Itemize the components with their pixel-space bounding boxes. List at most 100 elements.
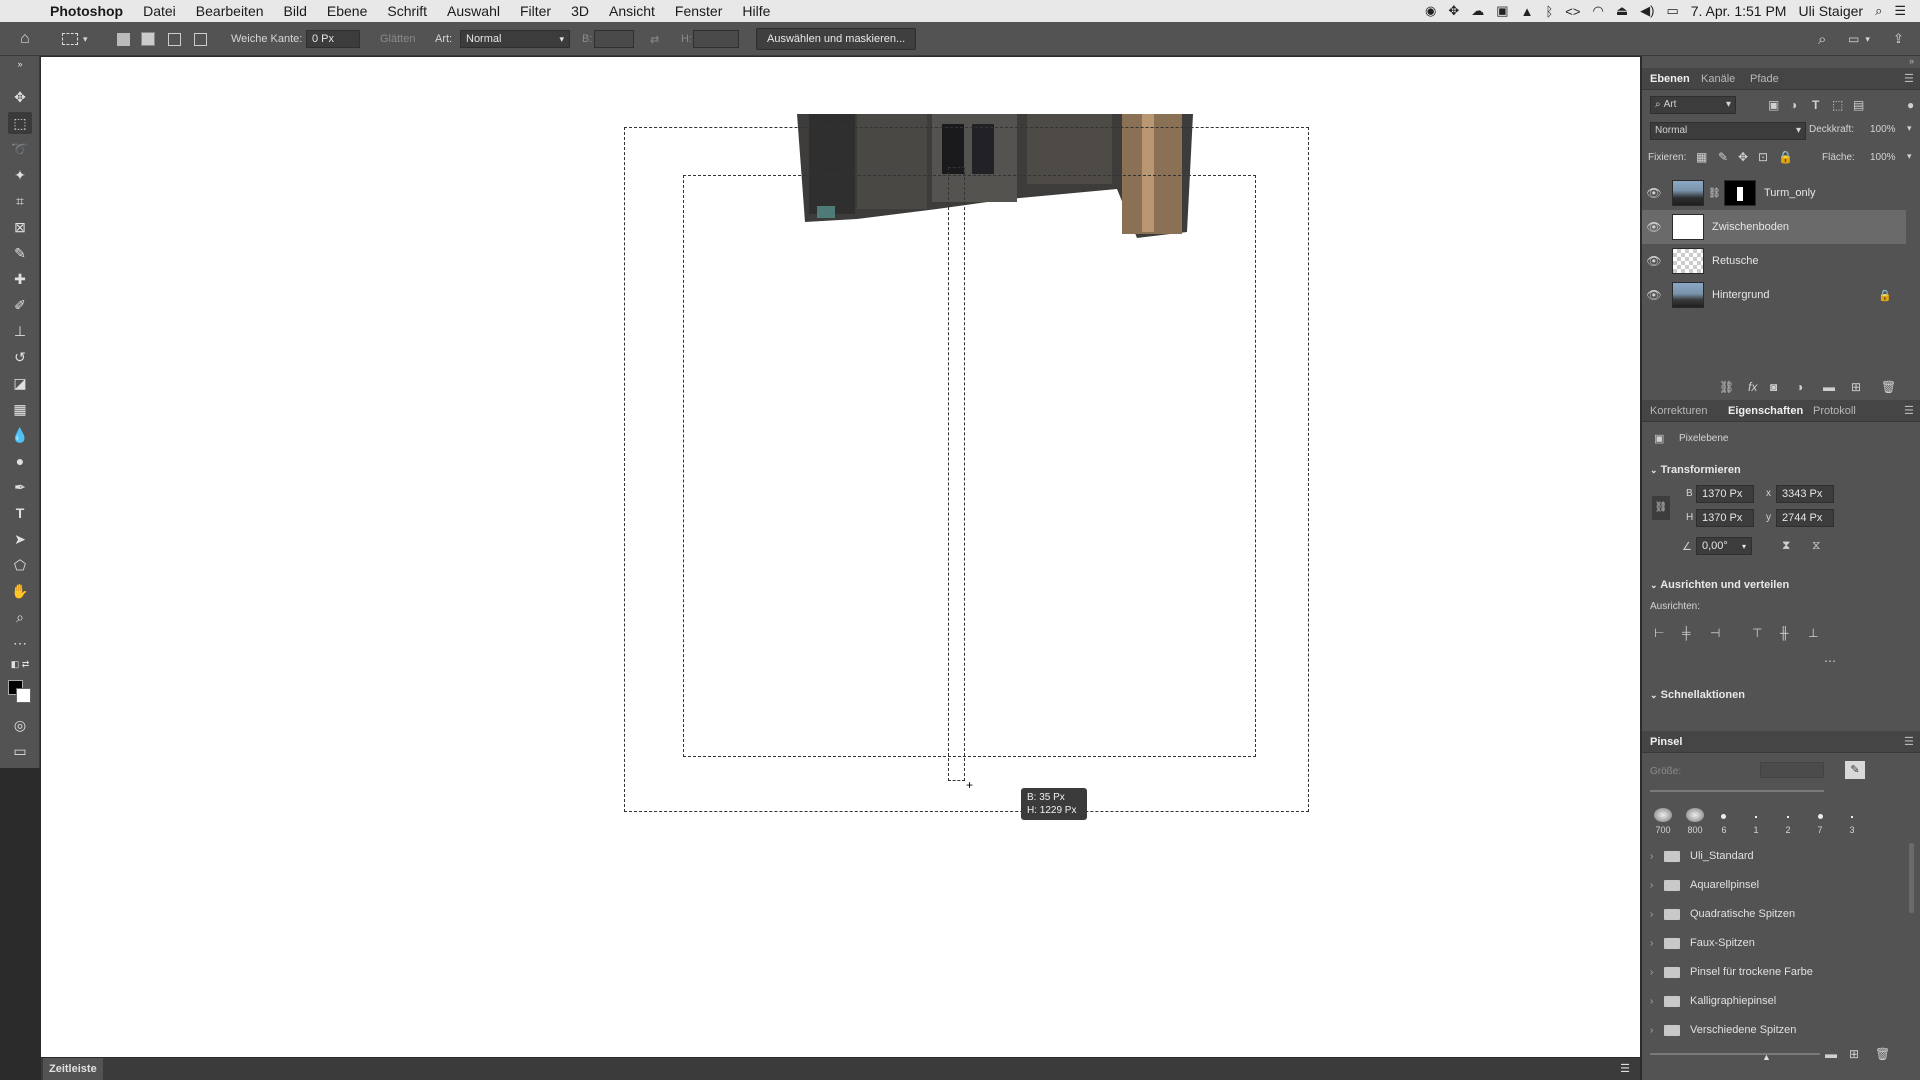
tab-protokoll[interactable]: Protokoll bbox=[1813, 400, 1856, 422]
tool-preset-picker[interactable]: ▾ bbox=[62, 22, 88, 56]
crop-tool-icon[interactable]: ⌗ bbox=[8, 190, 32, 212]
layer-row[interactable]: 👁 Zwischenboden bbox=[1642, 210, 1906, 244]
user-name[interactable]: Uli Staiger bbox=[1798, 3, 1863, 19]
dropbox-icon[interactable]: ✥ bbox=[1448, 3, 1459, 19]
width-input[interactable] bbox=[594, 30, 634, 48]
more-tools-icon[interactable]: ⋯ bbox=[8, 632, 32, 654]
align-right-edges-icon[interactable]: ⊣ bbox=[1710, 626, 1720, 640]
dodge-tool-icon[interactable]: ● bbox=[8, 450, 32, 472]
link-icon[interactable]: ⛓ bbox=[1708, 188, 1721, 199]
clone-stamp-tool-icon[interactable]: ⊥ bbox=[8, 320, 32, 342]
path-selection-tool-icon[interactable]: ➤ bbox=[8, 528, 32, 550]
brush-preset-tip[interactable] bbox=[1787, 816, 1789, 818]
lock-transparent-pixels-icon[interactable]: ▦ bbox=[1696, 150, 1707, 164]
battery-icon[interactable]: ▭ bbox=[1666, 3, 1678, 19]
trash-icon[interactable]: 🗑 bbox=[1875, 1047, 1890, 1061]
panel-menu-icon[interactable]: ☰ bbox=[1904, 731, 1914, 753]
antialias-checkbox[interactable]: Glätten bbox=[380, 22, 415, 56]
quick-actions-section-title[interactable]: ⌄ Schnellaktionen bbox=[1650, 689, 1745, 701]
filter-shape-icon[interactable]: ⬚ bbox=[1832, 98, 1843, 112]
align-horizontal-centers-icon[interactable]: ╪ bbox=[1682, 626, 1691, 640]
filter-type-icon[interactable]: T bbox=[1812, 98, 1819, 112]
align-section-title[interactable]: ⌄ Ausrichten und verteilen bbox=[1650, 579, 1789, 591]
link-dimensions-icon[interactable]: ⛓ bbox=[1652, 496, 1670, 520]
creative-cloud-icon[interactable]: ☁ bbox=[1471, 3, 1484, 19]
fill-input[interactable]: 100% bbox=[1866, 150, 1902, 168]
brush-folder[interactable]: › Quadratische Spitzen bbox=[1650, 903, 1795, 925]
panel-menu-icon[interactable]: ☰ bbox=[1904, 400, 1914, 422]
feather-input[interactable]: 0 Px bbox=[306, 30, 360, 48]
menu-app-photoshop[interactable]: Photoshop bbox=[40, 0, 133, 22]
height-input[interactable]: 1370 Px bbox=[1696, 509, 1754, 527]
height-input[interactable] bbox=[693, 30, 739, 48]
brush-size-slider[interactable] bbox=[1650, 790, 1824, 792]
brush-folder[interactable]: › Faux-Spitzen bbox=[1650, 932, 1755, 954]
search-icon[interactable]: ⌕ bbox=[1818, 22, 1826, 56]
filter-toggle-icon[interactable]: ● bbox=[1907, 98, 1914, 112]
menu-ansicht[interactable]: Ansicht bbox=[599, 0, 665, 22]
menu-ebene[interactable]: Ebene bbox=[317, 0, 377, 22]
move-tool-icon[interactable]: ✥ bbox=[8, 86, 32, 108]
frame-tool-icon[interactable]: ⊠ bbox=[8, 216, 32, 238]
record-icon[interactable]: ◉ bbox=[1425, 3, 1436, 19]
wifi-icon[interactable]: ◠ bbox=[1592, 3, 1603, 19]
lock-all-icon[interactable]: 🔒 bbox=[1778, 150, 1793, 164]
document-canvas[interactable]: + B: 35 Px H: 1229 Px bbox=[41, 57, 1640, 1057]
menu-datei[interactable]: Datei bbox=[133, 0, 186, 22]
brush-tool-icon[interactable]: ✐ bbox=[8, 294, 32, 316]
style-select[interactable]: Normal ▾ bbox=[460, 30, 570, 48]
type-tool-icon[interactable]: T bbox=[8, 502, 32, 524]
blend-mode-select[interactable]: Normal ▾ bbox=[1650, 122, 1806, 140]
menu-auswahl[interactable]: Auswahl bbox=[437, 0, 510, 22]
brush-folder[interactable]: › Pinsel für trockene Farbe bbox=[1650, 961, 1813, 983]
eye-icon[interactable]: 👁 bbox=[1642, 220, 1666, 234]
layer-name[interactable]: Zwischenboden bbox=[1712, 221, 1789, 233]
filter-adjustment-icon[interactable]: ◑ bbox=[1790, 98, 1797, 112]
tab-kanaele[interactable]: Kanäle bbox=[1701, 68, 1735, 90]
new-brush-icon[interactable]: ⊞ bbox=[1849, 1047, 1859, 1061]
history-brush-tool-icon[interactable]: ↺ bbox=[8, 346, 32, 368]
eraser-tool-icon[interactable]: ◪ bbox=[8, 372, 32, 394]
filter-pixel-icon[interactable]: ▣ bbox=[1768, 98, 1779, 112]
layer-name[interactable]: Retusche bbox=[1712, 255, 1758, 267]
swap-dimensions-icon[interactable]: ⇄ bbox=[650, 22, 659, 56]
add-selection-button[interactable] bbox=[141, 22, 155, 56]
flip-horizontal-icon[interactable]: ⧗ bbox=[1782, 538, 1790, 553]
collapse-toolbar-icon[interactable]: » bbox=[8, 58, 32, 70]
menu-hilfe[interactable]: Hilfe bbox=[732, 0, 780, 22]
chevron-down-icon[interactable]: ▾ bbox=[1907, 151, 1912, 162]
bell-icon[interactable]: ▲ bbox=[1521, 4, 1534, 19]
subtract-selection-button[interactable] bbox=[168, 22, 181, 56]
home-icon[interactable]: ⌂ bbox=[20, 22, 30, 56]
screen-mode-icon[interactable]: ▭ bbox=[8, 740, 32, 762]
pen-tool-icon[interactable]: ✒ bbox=[8, 476, 32, 498]
hand-tool-icon[interactable]: ✋ bbox=[8, 580, 32, 602]
lasso-tool-icon[interactable]: ➰ bbox=[8, 138, 32, 160]
layer-name[interactable]: Turm_only bbox=[1764, 187, 1816, 199]
intersect-selection-button[interactable] bbox=[194, 22, 207, 56]
quick-mask-icon[interactable]: ◎ bbox=[8, 714, 32, 736]
new-group-icon[interactable]: ▬ bbox=[1823, 380, 1835, 394]
zoom-tool-icon[interactable]: ⌕ bbox=[8, 606, 32, 628]
notification-center-icon[interactable]: ☰ bbox=[1894, 3, 1906, 19]
menu-filter[interactable]: Filter bbox=[510, 0, 561, 22]
trash-icon[interactable]: 🗑 bbox=[1881, 380, 1896, 394]
tab-pinsel[interactable]: Pinsel bbox=[1650, 731, 1682, 753]
select-and-mask-button[interactable]: Auswählen und maskieren... bbox=[756, 28, 917, 50]
eye-icon[interactable]: 👁 bbox=[1642, 288, 1666, 302]
slider-thumb-icon[interactable]: ▲ bbox=[1762, 1052, 1771, 1062]
layer-row[interactable]: 👁 ⛓ Turm_only bbox=[1642, 176, 1906, 210]
brush-preview-size-slider[interactable] bbox=[1650, 1053, 1820, 1055]
new-layer-icon[interactable]: ⊞ bbox=[1851, 380, 1861, 394]
menu-bild[interactable]: Bild bbox=[274, 0, 317, 22]
transform-section-title[interactable]: ⌄ Transformieren bbox=[1650, 464, 1741, 476]
tab-ebenen[interactable]: Ebenen bbox=[1650, 68, 1690, 90]
panel-menu-icon[interactable]: ☰ bbox=[1904, 68, 1914, 90]
angle-input[interactable]: 0,00° ▾ bbox=[1696, 537, 1752, 555]
tab-timeline[interactable]: Zeitleiste bbox=[43, 1058, 103, 1080]
layer-mask-thumbnail[interactable] bbox=[1724, 180, 1756, 206]
align-top-edges-icon[interactable]: ⊤ bbox=[1752, 626, 1762, 640]
collapse-dock-icon[interactable]: » bbox=[1909, 56, 1914, 66]
brush-preset-tip[interactable] bbox=[1755, 816, 1757, 818]
opacity-input[interactable]: 100% bbox=[1866, 122, 1902, 140]
